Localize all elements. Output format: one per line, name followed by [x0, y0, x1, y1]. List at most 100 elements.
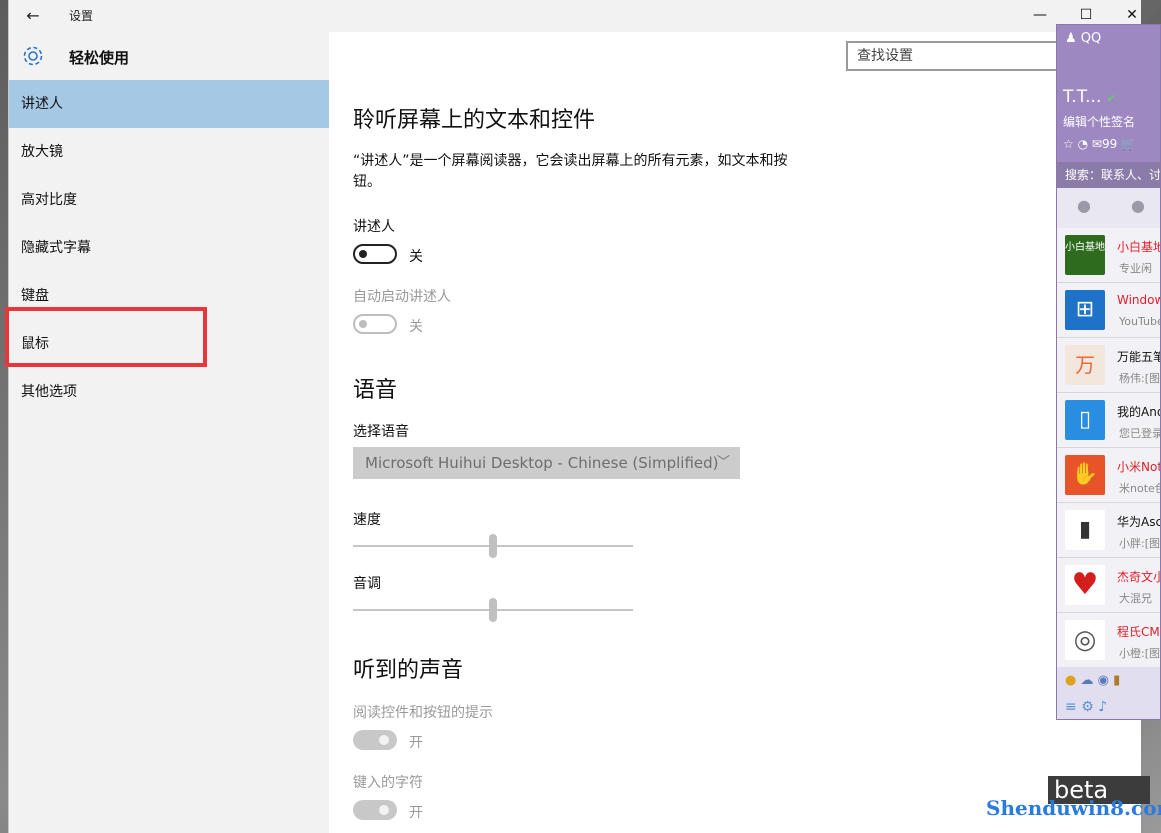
contact-name: 杰奇文小	[1117, 570, 1161, 584]
narrator-toggle[interactable]	[353, 244, 397, 264]
read-hints-label: 阅读控件和按钮的提示	[353, 705, 493, 721]
sidebar-item-other-options[interactable]: 其他选项	[9, 368, 329, 416]
phone-icon: ▮	[1078, 517, 1092, 542]
speed-slider[interactable]	[353, 534, 633, 558]
contact-status: 小橙:[图	[1119, 647, 1160, 660]
speed-label: 速度	[353, 512, 381, 528]
gear-icon	[23, 46, 43, 66]
contact-name: Window	[1117, 293, 1161, 307]
list-item[interactable]: 小白基地 小白基地 专业闲	[1057, 228, 1161, 283]
mail-count: 99	[1101, 137, 1118, 151]
contact-status: 小胖:[图	[1119, 537, 1160, 550]
read-hints-toggle[interactable]	[353, 730, 397, 750]
contact-name: 小米Note	[1117, 460, 1160, 474]
cart-icon[interactable]: 🛒	[1121, 137, 1136, 151]
app-title: 设置	[69, 9, 94, 23]
toggle-knob	[379, 735, 389, 745]
qq-tabs: ● ●	[1057, 188, 1160, 228]
cloud-icon[interactable]: ☁	[1080, 673, 1093, 688]
folder-icon[interactable]: ▮	[1113, 673, 1120, 688]
heart-icon: ♥	[1071, 567, 1099, 602]
qq-signature[interactable]: 编辑个性签名	[1063, 113, 1135, 130]
sidebar-item-magnifier[interactable]: 放大镜	[9, 128, 329, 176]
list-item[interactable]: ✋ 小米Note 米note色	[1057, 448, 1160, 503]
list-item[interactable]: ◎ 程氏CMS 小橙:[图	[1057, 613, 1160, 668]
qq-header: ♟ QQ T.T... ✔ 编辑个性签名 ☆ ◔ ✉99 🛒	[1057, 25, 1160, 162]
toggle-knob	[359, 250, 367, 258]
avatar: ◎	[1065, 620, 1105, 660]
pitch-slider[interactable]	[353, 598, 633, 622]
typed-chars-toggle-state: 开	[409, 805, 423, 821]
avatar: ✋	[1065, 455, 1105, 495]
title-bar: ← 设置 — ☐ ✕	[9, 0, 1141, 32]
star-icon[interactable]: ☆	[1063, 137, 1074, 151]
phone-icon: ▯	[1078, 407, 1092, 432]
qq-panel: ♟ QQ T.T... ✔ 编辑个性签名 ☆ ◔ ✉99 🛒 搜索：联系人、讨 …	[1056, 24, 1161, 720]
contact-icon[interactable]: ●	[1073, 196, 1095, 218]
choose-voice-label: 选择语音	[353, 424, 409, 440]
space-icon[interactable]: ◔	[1078, 137, 1088, 151]
narrator-label: 讲述人	[353, 219, 395, 235]
contact-name: 程氏CMS	[1117, 625, 1160, 639]
contact-status: YouTube	[1119, 315, 1161, 328]
autostart-toggle[interactable]	[353, 314, 397, 334]
group-icon[interactable]: ●	[1127, 196, 1149, 218]
contact-status: 米note色	[1119, 482, 1160, 495]
narrator-toggle-state: 关	[409, 249, 423, 265]
speaker-icon[interactable]: ♪	[1098, 699, 1107, 715]
contact-name: 小白基地	[1117, 240, 1161, 254]
camera-icon[interactable]: ◉	[1098, 673, 1109, 688]
slider-thumb[interactable]	[489, 598, 497, 622]
main-content: 聆听屏幕上的文本和控件 “讲述人”是一个屏幕阅读器，它会读出屏幕上的所有元素，如…	[329, 80, 1141, 833]
voice-dropdown[interactable]: Microsoft Huihui Desktop - Chinese (Simp…	[353, 447, 740, 479]
search-input[interactable]: 查找设置	[846, 41, 1068, 71]
avatar: ▮	[1065, 510, 1105, 550]
qq-toolbar: ☆ ◔ ✉99 🛒	[1063, 137, 1136, 151]
qq-app-icons: ● ☁ ◉ ▮	[1065, 673, 1120, 688]
chevron-down-icon: ﹀	[716, 455, 730, 470]
watermark: beta Shenduwin8.com	[962, 776, 1161, 826]
red-highlight-box	[5, 307, 207, 367]
mail-icon[interactable]: ✉	[1092, 137, 1102, 151]
qq-bottom-bar: ● ☁ ◉ ▮ ≡ ⚙ ♪	[1057, 667, 1160, 719]
qq-contact-list: 小白基地 小白基地 专业闲 ⊞ Window YouTube 万 万能五笔 杨伟…	[1057, 228, 1161, 668]
watermark-text: Shenduwin8.com	[986, 796, 1161, 820]
windows-logo-icon: ⊞	[1075, 297, 1095, 322]
sidebar-item-high-contrast[interactable]: 高对比度	[9, 176, 329, 224]
autostart-toggle-state: 关	[409, 319, 423, 335]
avatar-text: 小白基地	[1065, 242, 1105, 253]
list-item[interactable]: ▮ 华为Ascen 小胖:[图	[1057, 503, 1160, 558]
contact-status: 专业闲	[1119, 262, 1152, 275]
list-item[interactable]: ▯ 我的Andr 您已登录	[1057, 393, 1161, 448]
slider-thumb[interactable]	[489, 534, 497, 558]
autostart-label: 自动启动讲述人	[353, 289, 451, 305]
pitch-label: 音调	[353, 576, 381, 592]
contact-status: 您已登录	[1119, 427, 1161, 440]
game-icon[interactable]: ●	[1065, 673, 1076, 688]
gear-icon[interactable]: ⚙	[1081, 699, 1094, 715]
toggle-knob	[359, 320, 367, 328]
read-hints-toggle-state: 开	[409, 735, 423, 751]
qq-search-input[interactable]: 搜索：联系人、讨	[1057, 162, 1160, 188]
voice-dropdown-value: Microsoft Huihui Desktop - Chinese (Simp…	[365, 454, 719, 472]
menu-icon[interactable]: ≡	[1065, 699, 1077, 715]
narrator-description: “讲述人”是一个屏幕阅读器，它会读出屏幕上的所有元素，如文本和按钮。	[353, 153, 788, 190]
typed-chars-toggle[interactable]	[353, 800, 397, 820]
list-item[interactable]: ♥ 杰奇文小 大混兄	[1057, 558, 1161, 613]
voice-heading: 语音	[353, 378, 398, 403]
qq-main-menu-bar: ≡ ⚙ ♪	[1065, 699, 1107, 715]
contact-status: 杨伟:[图	[1119, 372, 1160, 385]
contact-status: 大混兄	[1119, 592, 1152, 605]
verified-icon: ✔	[1106, 92, 1116, 105]
avatar: ⊞	[1065, 290, 1105, 330]
qq-nickname[interactable]: T.T... ✔	[1063, 87, 1116, 107]
contact-name: 万能五笔	[1117, 350, 1161, 364]
sidebar: 轻松使用 讲述人 放大镜 高对比度 隐藏式字幕 键盘 鼠标 其他选项	[5, 32, 329, 833]
sidebar-item-narrator[interactable]: 讲述人	[9, 80, 329, 128]
back-arrow-icon[interactable]: ←	[19, 4, 47, 28]
qq-logo: ♟ QQ	[1065, 31, 1101, 46]
sidebar-item-closed-captions[interactable]: 隐藏式字幕	[9, 224, 329, 272]
penguin-icon: ♟	[1065, 31, 1077, 46]
list-item[interactable]: ⊞ Window YouTube	[1057, 283, 1161, 338]
list-item[interactable]: 万 万能五笔 杨伟:[图	[1057, 338, 1161, 393]
